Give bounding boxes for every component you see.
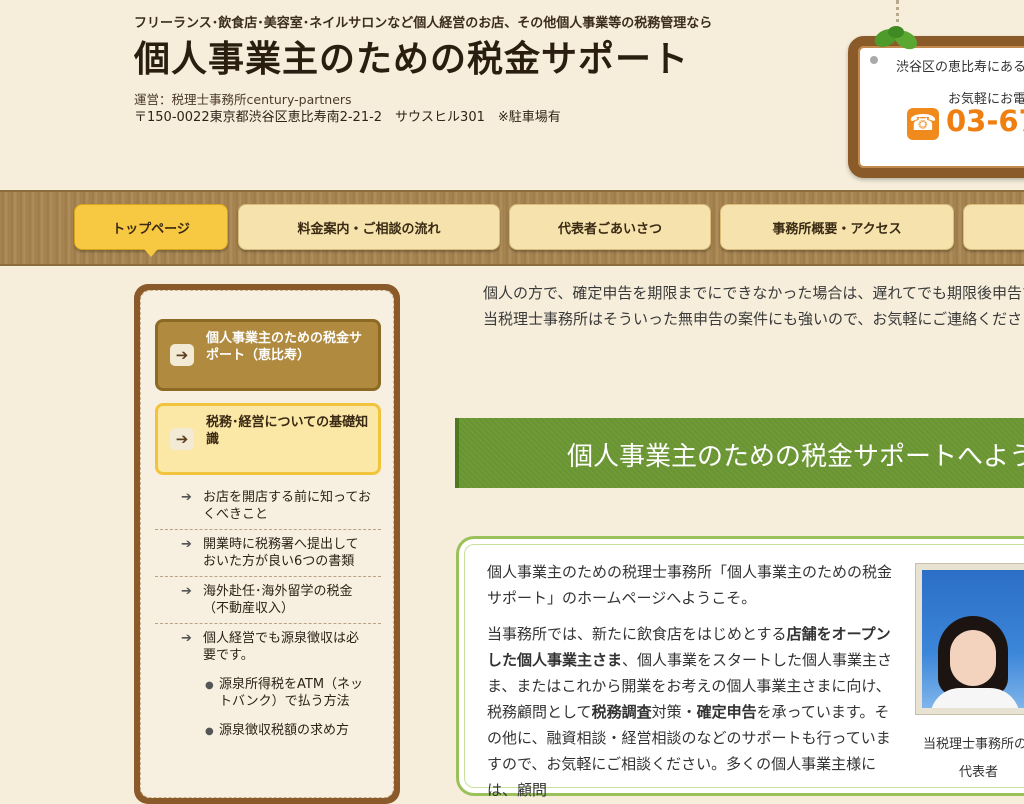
arrow-right-icon: ➔ xyxy=(170,344,194,366)
intro-line1: 個人の方で、確定申告を期限までにできなかった場合は、遅れてでも期限後申告す xyxy=(483,284,1024,302)
sidebar-subitem-label: 源泉徴収税額の求め方 xyxy=(219,723,350,738)
sidebar-head-basics[interactable]: ➔ 税務･経営についての基礎知識 xyxy=(155,403,381,475)
site-header: フリーランス･飲食店･美容室･ネイルサロンなど個人経営のお店、その他個人事業等の… xyxy=(0,0,1024,190)
sidebar-head-basics-label: 税務･経営についての基礎知識 xyxy=(206,415,369,447)
photo-caption: 当税理士事務所の xyxy=(923,737,1024,752)
sidebar-item-withholding[interactable]: ➔ 個人経営でも源泉徴収は必要です。 xyxy=(155,624,381,670)
arrow-right-icon: ➔ xyxy=(181,490,192,505)
arrow-right-icon: ➔ xyxy=(170,428,194,450)
sidebar-item-before-opening[interactable]: ➔ お店を開店する前に知っておくべきこと xyxy=(155,483,381,530)
representative-photo xyxy=(915,563,1024,715)
arrow-right-icon: ➔ xyxy=(181,537,192,552)
nav-office-access[interactable]: 事務所概要・アクセス xyxy=(720,204,954,250)
sidebar-subitem-calc-method[interactable]: ● 源泉徴収税額の求め方 xyxy=(155,716,381,754)
welcome-content-box: 個人事業主のための税理士事務所「個人事業主のための税金サポート」のホームページへ… xyxy=(456,536,1024,799)
banner-title: 個人事業主のための税金サポートへよう xyxy=(567,442,1024,472)
sidebar-item-overseas-tax[interactable]: ➔ 海外赴任･海外留学の税金（不動産収入） xyxy=(155,577,381,624)
sidebar-subitem-label: 源泉所得税をATM（ネットバンク）で払う方法 xyxy=(219,677,364,709)
site-title[interactable]: 個人事業主のための税金サポート xyxy=(134,30,689,82)
sidebar: ➔ 個人事業主のための税金サポート（恵比寿） ➔ 税務･経営についての基礎知識 … xyxy=(134,284,400,804)
address-text: 〒150-0022東京都渋谷区恵比寿南2-21-2 サウスヒル301 ※駐車場有 xyxy=(134,110,561,125)
welcome-text: 個人事業主のための税理士事務所「個人事業主のための税金サポート」のホームページへ… xyxy=(487,563,893,607)
sidebar-panel: ➔ 個人事業主のための税金サポート（恵比寿） ➔ 税務･経営についての基礎知識 … xyxy=(140,290,394,798)
welcome-banner: 個人事業主のための税金サポートへよう xyxy=(455,418,1024,488)
intro-line2: 当税理士事務所はそういった無申告の案件にも強いので、お気軽にご連絡くださ xyxy=(483,310,1023,328)
sidebar-item-label: 海外赴任･海外留学の税金（不動産収入） xyxy=(203,584,353,616)
sidebar-subitem-atm-payment[interactable]: ● 源泉所得税をATM（ネットバンク）で払う方法 xyxy=(155,670,381,716)
body-bold-tax-return: 確定申告 xyxy=(696,703,757,721)
bullet-icon: ● xyxy=(205,680,214,691)
phone-icon: ☎ xyxy=(907,108,939,140)
sidebar-head-home[interactable]: ➔ 個人事業主のための税金サポート（恵比寿） xyxy=(155,319,381,391)
pin-icon xyxy=(870,56,878,64)
intro-text: 個人の方で、確定申告を期限までにできなかった場合は、遅れてでも期限後申告す 当税… xyxy=(483,280,1024,332)
leaves-icon xyxy=(874,26,918,50)
contact-line1: 渋谷区の恵比寿にある xyxy=(896,60,1024,75)
body-bold-tax-audit: 税務調査 xyxy=(591,703,652,721)
sidebar-item-six-documents[interactable]: ➔ 開業時に税務署へ提出しておいた方が良い6つの書類 xyxy=(155,530,381,577)
portrait-image xyxy=(922,570,1024,708)
body-text: 当事務所では、新たに飲食店をはじめとする店舗をオープンした個人事業主さま、個人事… xyxy=(487,621,897,803)
bullet-icon: ● xyxy=(205,726,214,737)
representative-label: 代表者 xyxy=(959,765,999,780)
body-text-part: 対策・ xyxy=(651,703,697,721)
sidebar-item-label: 個人経営でも源泉徴収は必要です。 xyxy=(203,631,360,663)
nav-pricing-flow[interactable]: 料金案内・ご相談の流れ xyxy=(238,204,500,250)
nav-top-page[interactable]: トップページ xyxy=(74,204,228,257)
nav-representative-greeting[interactable]: 代表者ごあいさつ xyxy=(509,204,711,250)
phone-number[interactable]: 03-67 xyxy=(946,104,1024,138)
nav-more[interactable] xyxy=(963,204,1024,250)
tagline: フリーランス･飲食店･美容室･ネイルサロンなど個人経営のお店、その他個人事業等の… xyxy=(134,16,713,31)
body-text-part: 当事務所では、新たに飲食店をはじめとする xyxy=(487,625,787,643)
sidebar-head-home-label: 個人事業主のための税金サポート（恵比寿） xyxy=(206,331,363,363)
sidebar-list: ➔ お店を開店する前に知っておくべきこと ➔ 開業時に税務署へ提出しておいた方が… xyxy=(155,483,381,754)
sidebar-item-label: 開業時に税務署へ提出しておいた方が良い6つの書類 xyxy=(203,537,359,569)
arrow-right-icon: ➔ xyxy=(181,631,192,646)
sidebar-item-label: お店を開店する前に知っておくべきこと xyxy=(203,490,371,522)
main-nav: トップページ 料金案内・ご相談の流れ 代表者ごあいさつ 事務所概要・アクセス xyxy=(0,190,1024,266)
arrow-right-icon: ➔ xyxy=(181,584,192,599)
